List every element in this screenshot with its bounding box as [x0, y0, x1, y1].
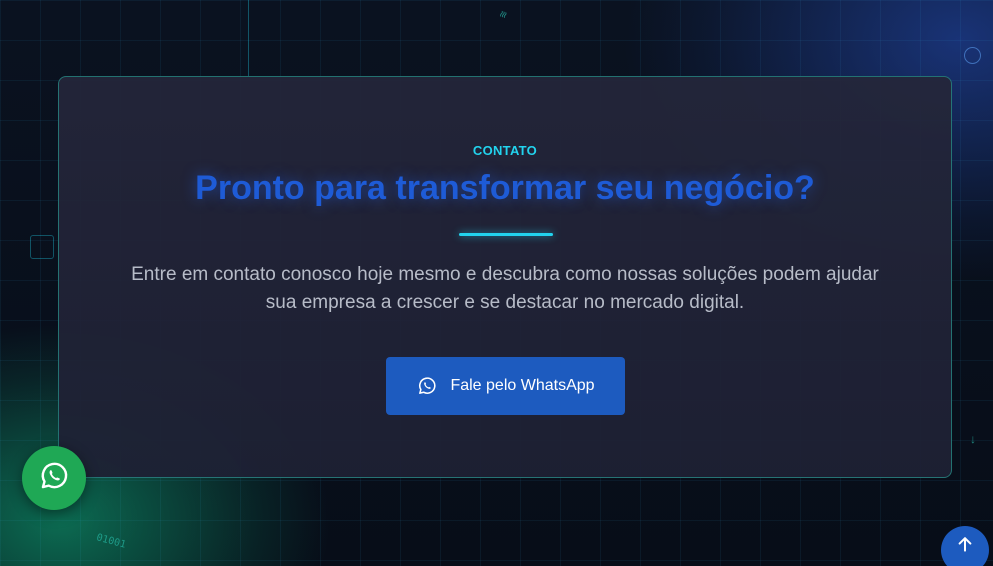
section-title: Pronto para transformar seu negócio? [195, 169, 815, 207]
section-eyebrow: CONTATO [472, 143, 538, 158]
decorative-square [30, 235, 54, 259]
contact-card: CONTATO Pronto para transformar seu negó… [58, 76, 952, 478]
whatsapp-cta-label: Fale pelo WhatsApp [450, 377, 595, 394]
arrow-up-icon [955, 537, 975, 559]
decorative-circle [964, 47, 981, 64]
section-description: Entre em contato conosco hoje mesmo e de… [131, 264, 879, 313]
back-to-top-button[interactable] [941, 526, 989, 566]
decorative-arrow-icon: ↓ [970, 432, 976, 446]
whatsapp-icon [416, 375, 438, 397]
decorative-line [248, 0, 249, 76]
title-underline [459, 233, 553, 236]
whatsapp-cta-button[interactable]: Fale pelo WhatsApp [386, 357, 625, 415]
whatsapp-icon [37, 459, 71, 498]
floating-whatsapp-button[interactable] [22, 446, 86, 510]
